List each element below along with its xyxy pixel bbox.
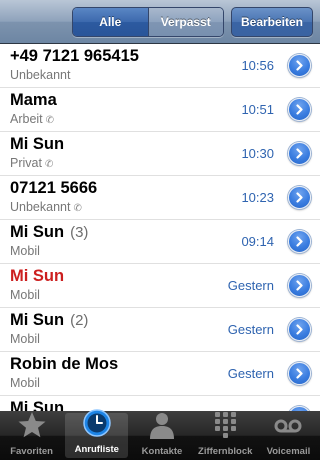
call-row[interactable]: +49 7121 965415 Unbekannt 10:56	[0, 44, 320, 88]
detail-disclosure-icon[interactable]	[288, 230, 311, 253]
call-time: 10:30	[241, 146, 274, 161]
tab-ziffernblock[interactable]: Ziffernblock	[194, 411, 257, 460]
tab-anrufliste[interactable]: Anrufliste	[65, 409, 129, 458]
keypad-icon	[210, 410, 240, 446]
detail-disclosure-icon[interactable]	[288, 54, 311, 77]
call-count: (2)	[70, 312, 89, 329]
call-count: (3)	[70, 224, 89, 241]
star-icon	[17, 410, 47, 446]
number-type: Arbeit ✆	[10, 112, 54, 126]
voicemail-icon	[273, 410, 303, 446]
caller-name-text: Mi Sun	[10, 267, 65, 285]
detail-disclosure-icon[interactable]	[288, 318, 311, 341]
number-type-label: Mobil	[10, 332, 40, 346]
call-row[interactable]: Mi Sun Privat ✆ 10:30	[0, 132, 320, 176]
number-type: Mobil	[10, 244, 40, 258]
caller-name-text: Mi Sun	[10, 135, 65, 153]
caller-name-text: Robin de Mos	[10, 355, 119, 373]
recent-calls-list[interactable]: +49 7121 965415 Unbekannt 10:56 Mama Arbeit ✆…	[0, 44, 320, 411]
number-type: Privat ✆	[10, 156, 53, 170]
call-row[interactable]: 07121 5666 Unbekannt ✆ 10:23	[0, 176, 320, 220]
segment-all[interactable]: Alle	[73, 8, 148, 36]
caller-name-text: Mama	[10, 91, 57, 109]
call-row[interactable]: Mi Sun Mobil Gestern	[0, 264, 320, 308]
call-time: Gestern	[227, 322, 274, 337]
call-time: Gestern	[227, 366, 274, 381]
number-type: Unbekannt ✆	[10, 200, 82, 214]
tab-kontakte[interactable]: Kontakte	[130, 411, 193, 460]
caller-name: Mi Sun (2)	[10, 311, 88, 330]
caller-name-text: 07121 5666	[10, 179, 98, 197]
caller-name: 07121 5666	[10, 179, 97, 198]
outgoing-call-icon: ✆	[45, 115, 55, 126]
caller-name: +49 7121 965415	[10, 47, 139, 66]
detail-disclosure-icon[interactable]	[288, 142, 311, 165]
tab-label: Ziffernblock	[198, 446, 253, 457]
number-type-label: Mobil	[10, 288, 40, 302]
detail-disclosure-icon[interactable]	[288, 186, 311, 209]
caller-name-text: Mi Sun	[10, 311, 65, 329]
call-row[interactable]: Mi Sun (2) Mobil Gestern	[0, 308, 320, 352]
number-type-label: Mobil	[10, 376, 40, 390]
person-icon	[147, 410, 177, 446]
tab-label: Voicemail	[266, 446, 311, 457]
call-time: 09:14	[241, 234, 274, 249]
call-row[interactable]: Mi Sun	[0, 396, 320, 411]
tab-label: Anrufliste	[74, 444, 119, 455]
call-filter-segmented-control: Alle Verpasst	[72, 7, 224, 37]
caller-name: Mi Sun	[10, 267, 64, 286]
navigation-bar: Alle Verpasst Bearbeiten	[0, 0, 320, 44]
number-type: Unbekannt	[10, 68, 70, 82]
number-type: Mobil	[10, 288, 40, 302]
number-type-label: Arbeit	[10, 112, 43, 126]
tab-label: Favoriten	[10, 446, 53, 457]
number-type: Mobil	[10, 376, 40, 390]
call-time: 10:56	[241, 58, 274, 73]
caller-name-text: Mi Sun	[10, 223, 65, 241]
number-type-label: Mobil	[10, 244, 40, 258]
call-row[interactable]: Mama Arbeit ✆ 10:51	[0, 88, 320, 132]
edit-button[interactable]: Bearbeiten	[231, 7, 313, 37]
outgoing-call-icon: ✆	[73, 203, 82, 214]
caller-name: Mi Sun (3)	[10, 223, 88, 242]
caller-name: Robin de Mos	[10, 355, 118, 374]
number-type: Mobil	[10, 332, 40, 346]
call-time: Gestern	[227, 278, 274, 293]
number-type-label: Privat	[10, 156, 42, 170]
outgoing-call-icon: ✆	[44, 159, 54, 170]
caller-name: Mama	[10, 91, 57, 110]
caller-name: Mi Sun	[10, 135, 64, 154]
detail-disclosure-icon[interactable]	[288, 362, 311, 385]
tab-bar: Favoriten Anrufliste Kontakte Ziffernblock V…	[0, 409, 320, 460]
tab-favoriten[interactable]: Favoriten	[0, 411, 63, 460]
number-type-label: Unbekannt	[10, 200, 71, 214]
call-row[interactable]: Robin de Mos Mobil Gestern	[0, 352, 320, 396]
caller-name-text: +49 7121 965415	[10, 47, 139, 65]
call-time: 10:23	[241, 190, 274, 205]
number-type-label: Unbekannt	[10, 68, 71, 82]
clock-icon	[82, 408, 112, 444]
call-row[interactable]: Mi Sun (3) Mobil 09:14	[0, 220, 320, 264]
tab-label: Kontakte	[141, 446, 183, 457]
detail-disclosure-icon[interactable]	[288, 274, 311, 297]
tab-voicemail[interactable]: Voicemail	[257, 411, 320, 460]
segment-missed[interactable]: Verpasst	[147, 8, 223, 36]
detail-disclosure-icon[interactable]	[288, 98, 311, 121]
call-time: 10:51	[241, 102, 274, 117]
